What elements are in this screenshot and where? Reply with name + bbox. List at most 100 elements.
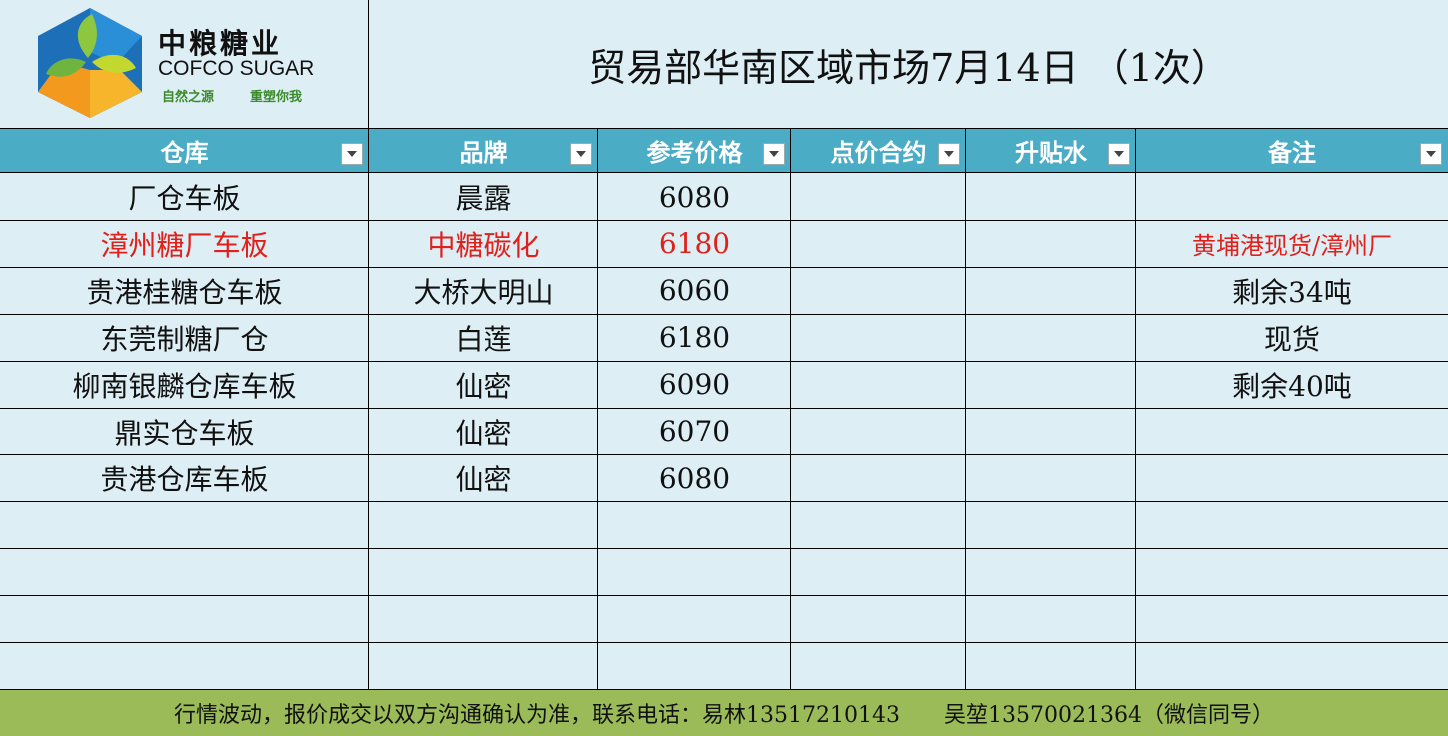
cell-price[interactable]: 6180 (598, 221, 791, 267)
cell-contract[interactable] (791, 549, 966, 595)
filter-dropdown-price-icon[interactable] (763, 143, 785, 165)
cell-contract[interactable] (791, 502, 966, 548)
cell-note[interactable] (1136, 455, 1448, 501)
filter-dropdown-premium-icon[interactable] (1108, 143, 1130, 165)
grid-row-line (0, 595, 1448, 596)
cell-price[interactable]: 6090 (598, 362, 791, 408)
grid-row-line (0, 172, 1448, 173)
cell-premium[interactable] (966, 596, 1136, 642)
cell-brand[interactable] (369, 643, 598, 689)
column-header-label: 仓库 (160, 139, 209, 167)
grid-column-line (597, 129, 598, 689)
cell-premium[interactable] (966, 409, 1136, 455)
cell-price[interactable]: 6070 (598, 409, 791, 455)
cell-warehouse[interactable]: 厂仓车板 (0, 174, 369, 220)
cell-contract[interactable] (791, 221, 966, 267)
cell-warehouse[interactable] (0, 549, 369, 595)
cell-warehouse[interactable] (0, 643, 369, 689)
cell-warehouse[interactable]: 鼎实仓车板 (0, 409, 369, 455)
cell-warehouse[interactable] (0, 596, 369, 642)
cell-price[interactable]: 6080 (598, 174, 791, 220)
cell-note[interactable] (1136, 549, 1448, 595)
page-title: 贸易部华南区域市场7月14日 （1次） (588, 45, 1229, 90)
cell-price[interactable]: 6080 (598, 455, 791, 501)
footer-notice: 行情波动，报价成交以双方沟通确认为准，联系电话：易林13517210143 吴堃… (0, 689, 1448, 736)
cell-premium[interactable] (966, 268, 1136, 314)
grid-row-line (0, 408, 1448, 409)
cell-premium[interactable] (966, 455, 1136, 501)
cell-price[interactable] (598, 549, 791, 595)
cell-brand[interactable]: 大桥大明山 (369, 268, 598, 314)
filter-dropdown-warehouse-icon[interactable] (341, 143, 363, 165)
cofco-logo-icon (38, 8, 142, 118)
cell-price[interactable] (598, 596, 791, 642)
grid-row-line (0, 267, 1448, 268)
cell-contract[interactable] (791, 596, 966, 642)
cell-premium[interactable] (966, 221, 1136, 267)
cell-warehouse[interactable] (0, 502, 369, 548)
cell-contract[interactable] (791, 315, 966, 361)
cell-brand[interactable]: 中糖碳化 (369, 221, 598, 267)
cell-warehouse[interactable]: 柳南银麟仓库车板 (0, 362, 369, 408)
cell-premium[interactable] (966, 315, 1136, 361)
grid-column-line (1135, 129, 1136, 689)
cell-note[interactable]: 剩余34吨 (1136, 268, 1448, 314)
filter-dropdown-brand-icon[interactable] (570, 143, 592, 165)
logo-text-cn: 中粮糖业 (158, 27, 283, 60)
cell-price[interactable]: 6180 (598, 315, 791, 361)
cell-price[interactable]: 6060 (598, 268, 791, 314)
cell-contract[interactable] (791, 643, 966, 689)
cell-brand[interactable]: 白莲 (369, 315, 598, 361)
cell-contract[interactable] (791, 455, 966, 501)
cell-warehouse[interactable]: 漳州糖厂车板 (0, 221, 369, 267)
logo-text-en: COFCO SUGAR (158, 57, 315, 80)
cell-note[interactable] (1136, 643, 1448, 689)
cell-contract[interactable] (791, 409, 966, 455)
cell-note[interactable] (1136, 409, 1448, 455)
cell-price[interactable] (598, 502, 791, 548)
cell-note[interactable]: 剩余40吨 (1136, 362, 1448, 408)
grid-column-line (368, 0, 369, 689)
grid-column-line (790, 129, 791, 689)
cell-warehouse[interactable]: 贵港桂糖仓车板 (0, 268, 369, 314)
cell-premium[interactable] (966, 174, 1136, 220)
cell-brand[interactable]: 仙密 (369, 362, 598, 408)
grid-row-line (0, 689, 1448, 690)
cell-brand[interactable] (369, 549, 598, 595)
logo-slogan-left: 自然之源 (162, 90, 215, 105)
grid-row-line (0, 128, 1448, 129)
cell-warehouse[interactable]: 东莞制糖厂仓 (0, 315, 369, 361)
cell-note[interactable] (1136, 174, 1448, 220)
cell-premium[interactable] (966, 362, 1136, 408)
cell-brand[interactable]: 晨露 (369, 174, 598, 220)
column-header-note: 备注 (1136, 129, 1448, 172)
filter-dropdown-contract-icon[interactable] (938, 143, 960, 165)
cell-note[interactable] (1136, 596, 1448, 642)
cell-premium[interactable] (966, 549, 1136, 595)
grid-row-line (0, 454, 1448, 455)
cell-premium[interactable] (966, 643, 1136, 689)
cell-brand[interactable]: 仙密 (369, 409, 598, 455)
cell-brand[interactable] (369, 596, 598, 642)
column-header-brand: 品牌 (369, 129, 598, 172)
cell-brand[interactable]: 仙密 (369, 455, 598, 501)
cell-note[interactable]: 黄埔港现货/漳州厂 (1136, 221, 1448, 267)
cell-note[interactable] (1136, 502, 1448, 548)
cell-premium[interactable] (966, 502, 1136, 548)
cell-contract[interactable] (791, 362, 966, 408)
cell-contract[interactable] (791, 174, 966, 220)
filter-dropdown-note-icon[interactable] (1420, 143, 1442, 165)
cell-price[interactable] (598, 643, 791, 689)
grid-row-line (0, 220, 1448, 221)
cell-brand[interactable] (369, 502, 598, 548)
cell-note[interactable]: 现货 (1136, 315, 1448, 361)
column-header-label: 参考价格 (646, 139, 743, 167)
grid-row-line (0, 501, 1448, 502)
grid-row-line (0, 548, 1448, 549)
column-header-warehouse: 仓库 (0, 129, 369, 172)
logo-slogan-right: 重塑你我 (250, 90, 303, 105)
column-header-label: 备注 (1268, 139, 1316, 167)
cell-contract[interactable] (791, 268, 966, 314)
column-header-label: 升贴水 (1015, 139, 1087, 167)
cell-warehouse[interactable]: 贵港仓库车板 (0, 455, 369, 501)
